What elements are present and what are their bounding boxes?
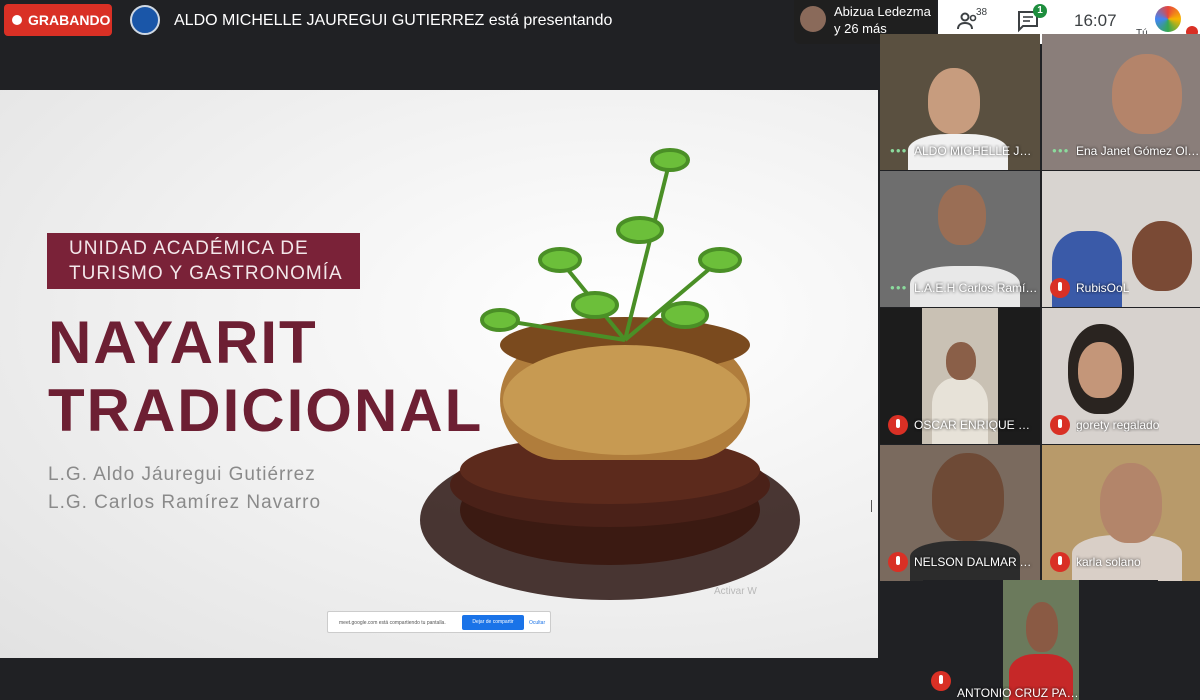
slide-author1: L.G. Aldo Jáuregui Gutiérrez [48, 464, 316, 485]
participant-name: ANTONIO CRUZ PAEZ [957, 686, 1081, 700]
participants-count: 38 [976, 7, 988, 18]
slide-title-line1: NAYARIT [48, 309, 318, 376]
participant-tile[interactable]: ANTONIO CRUZ PAEZ [923, 580, 1158, 700]
participant-tile[interactable]: ●●● L.A.E.H Carlos Ramíre... [880, 171, 1040, 307]
participant-tile[interactable]: NELSON DALMAR AN... [880, 445, 1040, 581]
slide-band-line1: UNIDAD ACADÉMICA DE [69, 238, 309, 259]
presenter-avatar [130, 5, 160, 35]
participant-name: OSCAR ENRIQUE SAL... [914, 418, 1038, 432]
mic-off-icon [931, 671, 951, 691]
mic-off-icon [1050, 552, 1070, 572]
recording-indicator: GRABANDO [4, 4, 112, 36]
mic-off-icon [1050, 415, 1070, 435]
slide-title-line2: TRADICIONAL [48, 377, 484, 444]
record-dot-icon [12, 15, 22, 25]
self-avatar[interactable] [1155, 6, 1181, 32]
participant-name: NELSON DALMAR AN... [914, 555, 1038, 569]
mic-off-icon [1050, 278, 1070, 298]
mic-off-icon [888, 415, 908, 435]
participant-name: gorety regalado [1076, 418, 1160, 432]
participant-tile[interactable]: karla solano [1042, 445, 1200, 581]
participant-tile[interactable]: ●●● ALDO MICHELLE JAU... [880, 34, 1040, 170]
participant-tile[interactable]: OSCAR ENRIQUE SAL... [880, 308, 1040, 444]
presentation-slide: UNIDAD ACADÉMICA DE TURISMO Y GASTRONOMÍ… [0, 90, 878, 658]
dish-photo [420, 148, 800, 600]
slide-band-line2: TURISMO Y GASTRONOMÍA [69, 263, 343, 284]
participant-name: karla solano [1076, 555, 1141, 569]
avatar [800, 6, 826, 32]
speaking-indicator-icon: ●●● [1052, 146, 1070, 155]
participant-name: Ena Janet Gómez Olgu... [1076, 144, 1200, 158]
share-message: meet.google.com está compartiendo tu pan… [339, 620, 446, 626]
mic-off-icon [888, 552, 908, 572]
slide-author2: L.G. Carlos Ramírez Navarro [48, 492, 322, 513]
hide-share-bar-button[interactable]: Ocultar [529, 620, 545, 626]
presenting-text: ALDO MICHELLE JAUREGUI GUTIERREZ está pr… [174, 12, 613, 29]
mouse-cursor [871, 500, 879, 512]
chat-badge: 1 [1033, 4, 1047, 18]
participant-name: L.A.E.H Carlos Ramíre... [914, 281, 1038, 295]
clock: 16:07 [1074, 11, 1117, 30]
activation-watermark: Activar W [714, 586, 757, 597]
speaking-indicator-icon: ●●● [890, 283, 908, 292]
participant-tile[interactable]: gorety regalado [1042, 308, 1200, 444]
participant-tile[interactable]: ●●● Ena Janet Gómez Olgu... [1042, 34, 1200, 170]
viewer-name: Abizua Ledezma [834, 4, 931, 19]
participant-tile[interactable]: RubisOoL [1042, 171, 1200, 307]
screen-share-bar: meet.google.com está compartiendo tu pan… [327, 611, 551, 633]
recording-label: GRABANDO [28, 12, 111, 28]
slide-institution-band: UNIDAD ACADÉMICA DE TURISMO Y GASTRONOMÍ… [47, 233, 360, 289]
participant-name: RubisOoL [1076, 281, 1130, 295]
viewer-more: y 26 más [834, 21, 887, 36]
speaking-indicator-icon: ●●● [890, 146, 908, 155]
participant-name: ALDO MICHELLE JAU... [914, 144, 1038, 158]
stop-sharing-button[interactable]: Dejar de compartir [462, 615, 524, 630]
